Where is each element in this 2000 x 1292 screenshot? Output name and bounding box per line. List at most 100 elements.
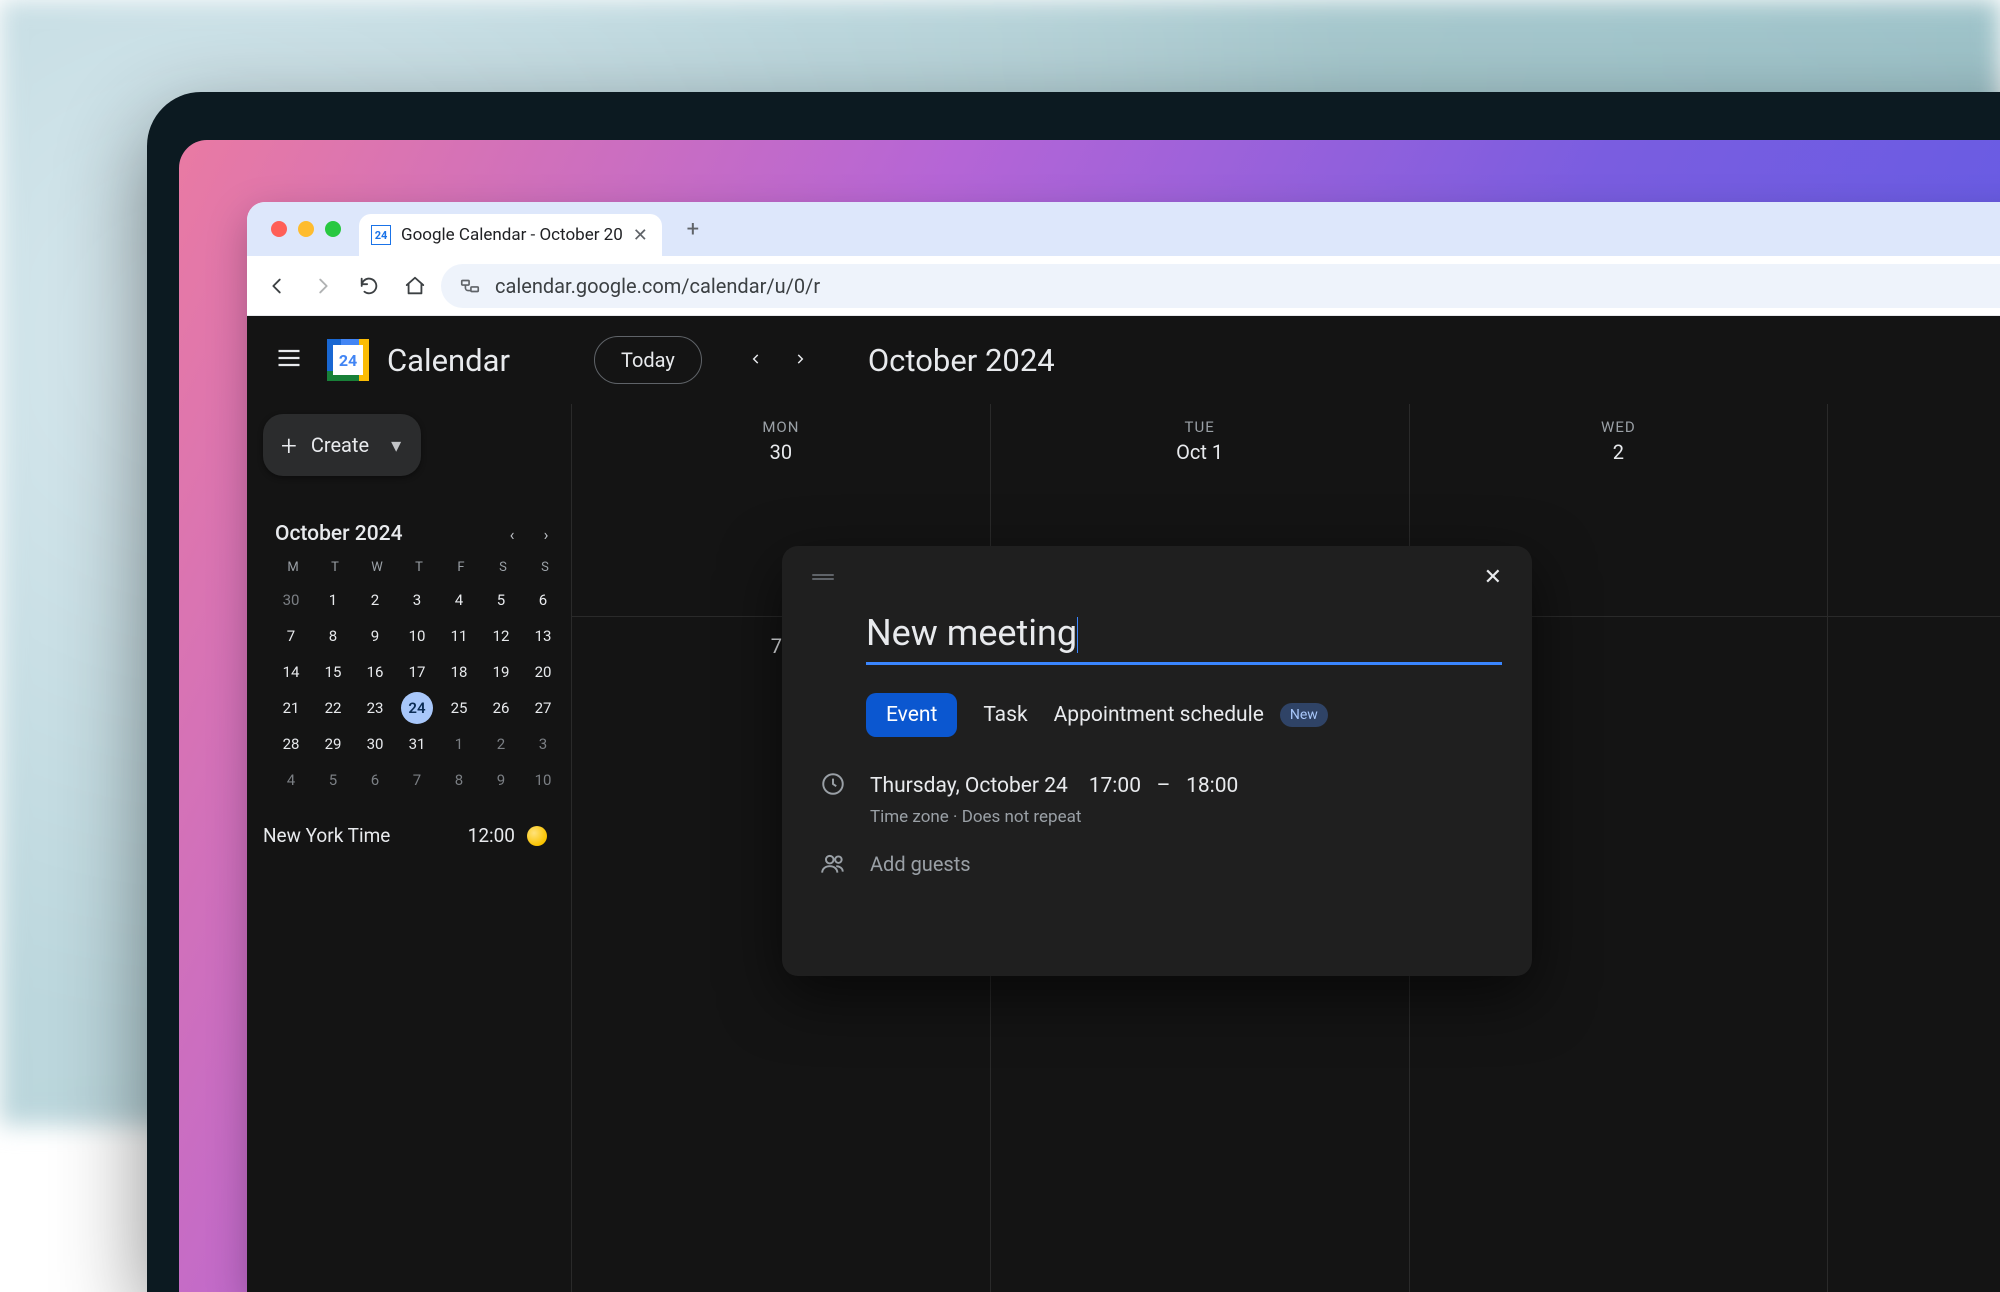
browser-tabstrip: 24 Google Calendar - October 20 ✕ + — [247, 202, 2000, 256]
day-number: 30 — [572, 440, 990, 514]
mini-day-cell[interactable]: 15 — [317, 656, 349, 688]
mini-day-cell[interactable]: 7 — [275, 620, 307, 652]
reload-button[interactable] — [349, 266, 389, 306]
mini-day-cell[interactable]: 26 — [485, 692, 517, 724]
mini-day-cell[interactable]: 29 — [317, 728, 349, 760]
mini-day-cell[interactable]: 4 — [275, 764, 307, 796]
mini-day-cell[interactable]: 3 — [401, 584, 433, 616]
mini-day-cell[interactable]: 6 — [527, 584, 559, 616]
day-number: Oct 1 — [991, 440, 1409, 514]
nav-back-button[interactable] — [257, 266, 297, 306]
people-icon — [820, 851, 846, 877]
mini-day-cell[interactable]: 22 — [317, 692, 349, 724]
event-time-subtext[interactable]: Time zone · Does not repeat — [870, 807, 1238, 827]
window-traffic-lights — [261, 221, 349, 237]
create-button-label: Create — [311, 433, 369, 457]
mini-day-cell[interactable]: 2 — [485, 728, 517, 760]
create-event-popup: ✕ New meeting Event Task Appointment sch… — [782, 546, 1532, 976]
mini-day-cell[interactable]: 8 — [443, 764, 475, 796]
browser-tab[interactable]: 24 Google Calendar - October 20 ✕ — [359, 214, 662, 256]
laptop-frame: 24 Google Calendar - October 20 ✕ + cale… — [147, 92, 2000, 1292]
mini-day-cell[interactable]: 30 — [275, 584, 307, 616]
mini-day-cell[interactable]: 10 — [401, 620, 433, 652]
event-title-input[interactable]: New meeting — [866, 612, 1502, 665]
calendar-sidebar: + Create ▾ October 2024 ‹ › — [247, 404, 571, 1292]
day-of-week-label: MON — [572, 404, 990, 440]
url-text: calendar.google.com/calendar/u/0/r — [495, 274, 820, 298]
day-column[interactable]: THU — [1828, 404, 2000, 1292]
mini-day-cell[interactable]: 17 — [401, 656, 433, 688]
mini-day-cell[interactable]: 13 — [527, 620, 559, 652]
popup-drag-handle[interactable] — [812, 572, 834, 582]
address-bar[interactable]: calendar.google.com/calendar/u/0/r — [441, 264, 2000, 308]
mini-day-cell[interactable]: 10 — [527, 764, 559, 796]
window-fullscreen-button[interactable] — [325, 221, 341, 237]
mini-day-cell[interactable]: 6 — [359, 764, 391, 796]
mini-day-cell[interactable]: 28 — [275, 728, 307, 760]
mini-day-cell[interactable]: 11 — [443, 620, 475, 652]
mini-day-cell[interactable]: 9 — [359, 620, 391, 652]
window-close-button[interactable] — [271, 221, 287, 237]
world-clock-row[interactable]: New York Time 12:00 — [263, 824, 565, 847]
mini-day-cell[interactable]: 3 — [527, 728, 559, 760]
mini-dow-header: T — [401, 560, 437, 580]
mini-next-month-button[interactable]: › — [533, 525, 559, 544]
mini-day-cell[interactable]: 1 — [317, 584, 349, 616]
mini-day-cell[interactable]: 1 — [443, 728, 475, 760]
new-tab-button[interactable]: + — [682, 218, 704, 240]
mini-calendar-title: October 2024 — [275, 522, 403, 546]
mini-day-cell[interactable]: 7 — [401, 764, 433, 796]
plus-icon: + — [281, 429, 297, 462]
day-of-week-label: TUE — [991, 404, 1409, 440]
calendar-grid[interactable]: MON30TUEOct 1WED2THU 7 ✕ New meeting — [571, 404, 2000, 1292]
day-number: 2 — [1410, 440, 1828, 514]
mini-day-cell[interactable]: 18 — [443, 656, 475, 688]
add-guests-button[interactable]: Add guests — [870, 852, 971, 876]
mini-day-cell[interactable]: 21 — [275, 692, 307, 724]
mini-prev-month-button[interactable]: ‹ — [499, 525, 525, 544]
tab-close-icon[interactable]: ✕ — [633, 225, 648, 246]
window-minimize-button[interactable] — [298, 221, 314, 237]
create-button[interactable]: + Create ▾ — [263, 414, 421, 476]
mini-dow-header: W — [359, 560, 395, 580]
mini-day-cell[interactable]: 8 — [317, 620, 349, 652]
calendar-favicon: 24 — [371, 225, 391, 245]
mini-day-cell[interactable]: 27 — [527, 692, 559, 724]
mini-day-cell[interactable]: 14 — [275, 656, 307, 688]
prev-period-button[interactable] — [736, 340, 776, 380]
day-of-week-label: THU — [1828, 404, 2000, 440]
desktop-wallpaper: 24 Google Calendar - October 20 ✕ + cale… — [179, 140, 2000, 1292]
mini-day-cell[interactable]: 24 — [401, 692, 433, 724]
mini-day-cell[interactable]: 16 — [359, 656, 391, 688]
mini-day-cell[interactable]: 31 — [401, 728, 433, 760]
clock-icon — [820, 771, 846, 801]
site-info-icon[interactable] — [459, 275, 481, 297]
tab-appointment-schedule[interactable]: Appointment schedule — [1054, 703, 1264, 727]
mini-day-cell[interactable]: 19 — [485, 656, 517, 688]
mini-dow-header: S — [527, 560, 563, 580]
browser-tab-title: Google Calendar - October 20 — [401, 225, 623, 245]
mini-day-cell[interactable]: 4 — [443, 584, 475, 616]
nav-forward-button[interactable] — [303, 266, 343, 306]
today-button[interactable]: Today — [594, 336, 702, 384]
next-period-button[interactable] — [780, 340, 820, 380]
mini-day-cell[interactable]: 20 — [527, 656, 559, 688]
mini-day-cell[interactable]: 9 — [485, 764, 517, 796]
calendar-app: 24 Calendar Today October 2024 + Create — [247, 316, 2000, 1292]
mini-day-cell[interactable]: 12 — [485, 620, 517, 652]
main-menu-button[interactable] — [275, 344, 303, 376]
popup-close-button[interactable]: ✕ — [1484, 565, 1502, 590]
dropdown-caret-icon: ▾ — [391, 433, 401, 457]
mini-day-cell[interactable]: 5 — [485, 584, 517, 616]
mini-day-cell[interactable]: 2 — [359, 584, 391, 616]
mini-day-cell[interactable]: 5 — [317, 764, 349, 796]
mini-day-cell[interactable]: 30 — [359, 728, 391, 760]
tab-event[interactable]: Event — [866, 693, 957, 737]
mini-day-cell[interactable]: 25 — [443, 692, 475, 724]
mini-dow-header: T — [317, 560, 353, 580]
event-time-row[interactable]: Thursday, October 24 17:00 – 18:00 — [870, 771, 1238, 803]
tab-task[interactable]: Task — [983, 703, 1027, 727]
home-button[interactable] — [395, 266, 435, 306]
new-badge: New — [1280, 703, 1328, 727]
mini-day-cell[interactable]: 23 — [359, 692, 391, 724]
